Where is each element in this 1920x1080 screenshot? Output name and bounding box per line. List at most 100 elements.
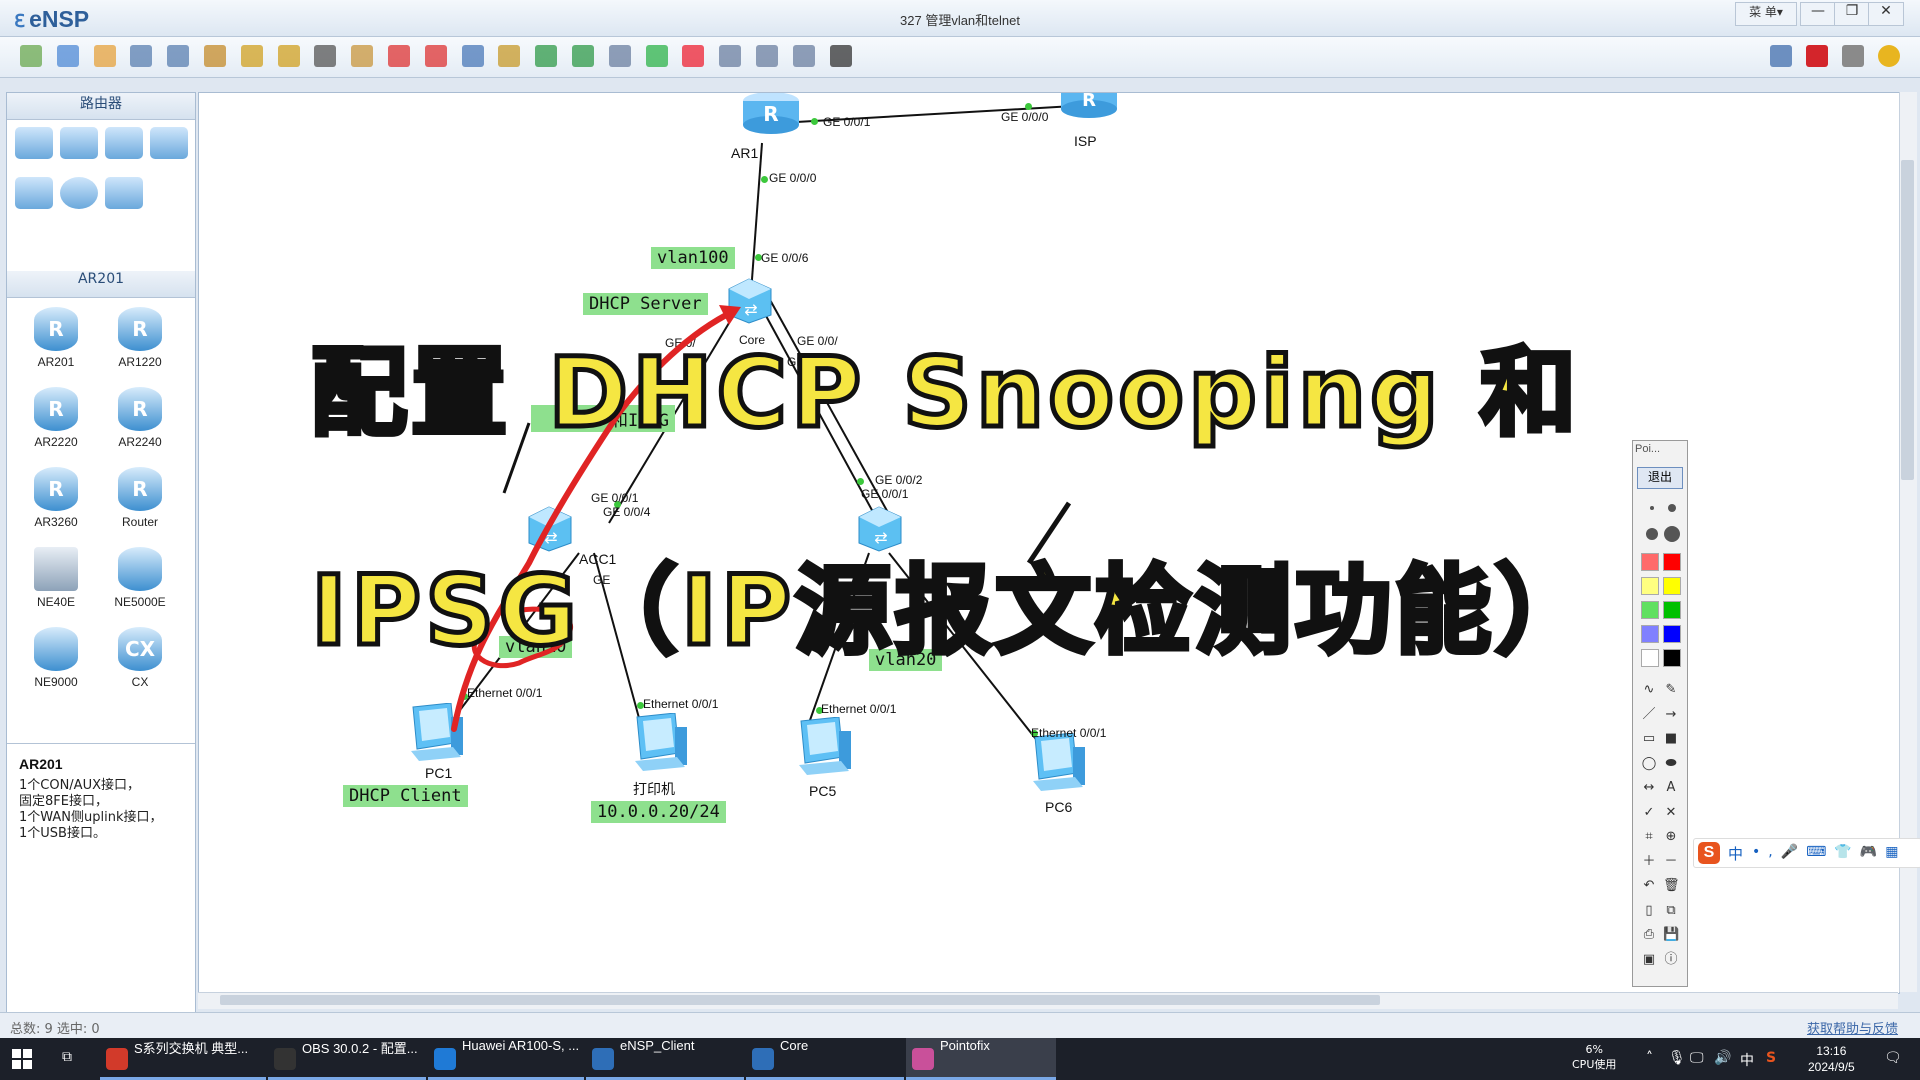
eraser-icon[interactable]: ✎ (1663, 683, 1679, 697)
help-feedback-link[interactable]: 获取帮助与反馈 (1807, 1018, 1898, 1037)
new-page-icon[interactable]: ▯ (1641, 903, 1657, 918)
color-swatch[interactable] (1641, 553, 1659, 571)
line-icon[interactable]: ／ (1641, 707, 1657, 722)
taskbar-item[interactable]: Huawei AR100-S, ... (428, 1038, 584, 1080)
cloud-category-icon[interactable] (60, 177, 98, 209)
check-icon[interactable]: ✓ (1641, 805, 1657, 820)
topology-icon[interactable] (756, 45, 778, 67)
router-category-icon[interactable] (15, 127, 53, 159)
rectangle-icon[interactable] (498, 45, 521, 67)
arrow-icon[interactable]: → (1663, 707, 1679, 722)
undo-icon[interactable] (240, 45, 263, 67)
taskbar-item[interactable]: S系列交换机 典型... (100, 1038, 266, 1080)
device-item[interactable]: NE9000 (21, 627, 91, 689)
plus-icon[interactable]: ＋ (1641, 854, 1657, 869)
color-swatch[interactable] (1641, 625, 1659, 643)
color-swatch[interactable] (1641, 649, 1659, 667)
menu-button[interactable]: 菜 单▾ (1735, 2, 1797, 26)
delete-link-icon[interactable] (424, 45, 447, 67)
undo-tool-icon[interactable]: ↶ (1641, 879, 1657, 893)
fit-icon[interactable] (608, 45, 631, 67)
sogou-logo-icon[interactable]: S (1698, 842, 1720, 864)
minus-icon[interactable]: － (1663, 854, 1679, 869)
vertical-scroll-thumb[interactable] (1901, 160, 1914, 480)
pc-category-icon[interactable] (15, 177, 53, 209)
trash-icon[interactable]: 🗑 (1663, 879, 1680, 893)
redo-icon[interactable] (277, 45, 300, 67)
magnify-icon[interactable]: ⊕ (1663, 830, 1679, 844)
task-view-icon[interactable]: ⧉ (62, 1049, 72, 1065)
device-item[interactable]: R AR201 (21, 307, 91, 369)
color-swatch[interactable] (1663, 625, 1681, 643)
text-icon[interactable] (461, 45, 484, 67)
minimize-button[interactable]: — (1800, 2, 1836, 26)
open-icon[interactable] (93, 45, 116, 67)
device-item[interactable]: R AR2240 (105, 387, 175, 449)
capture-icon[interactable] (719, 45, 742, 67)
device-item[interactable]: R AR1220 (105, 307, 175, 369)
maximize-button[interactable]: ❐ (1834, 2, 1870, 26)
save-icon[interactable] (130, 45, 153, 67)
select-icon[interactable] (314, 45, 337, 67)
pen-size-icon[interactable] (1646, 528, 1658, 540)
pen-size-icon[interactable] (1668, 504, 1676, 512)
color-swatch[interactable] (1641, 577, 1659, 595)
notification-icon[interactable]: 🗨 (1884, 1050, 1902, 1066)
color-swatch[interactable] (1663, 649, 1681, 667)
microphone-icon[interactable]: 🎙 (1668, 1050, 1686, 1066)
save-as-icon[interactable] (167, 45, 190, 67)
screen-icon[interactable]: ▣ (1641, 952, 1657, 967)
save-tool-icon[interactable]: 💾 (1663, 928, 1679, 942)
freehand-icon[interactable]: ∿ (1641, 683, 1657, 697)
switch-category-icon[interactable] (60, 127, 98, 159)
terminal-icon[interactable] (829, 45, 852, 67)
filled-rect-icon[interactable]: ■ (1663, 732, 1679, 746)
print-icon[interactable] (204, 45, 226, 67)
device-item[interactable]: R AR3260 (21, 467, 91, 529)
device-item[interactable]: CX CX (105, 627, 175, 689)
chat-icon[interactable] (1770, 45, 1792, 67)
hand-icon[interactable] (351, 45, 374, 67)
filled-ellipse-icon[interactable]: ⬬ (1663, 756, 1679, 771)
device-item[interactable]: R Router (105, 467, 175, 529)
link-category-icon[interactable] (105, 177, 143, 209)
rect-icon[interactable]: ▭ (1641, 732, 1657, 746)
stop-icon[interactable] (682, 45, 705, 67)
settings-icon[interactable] (1842, 45, 1864, 67)
color-swatch[interactable] (1663, 577, 1681, 595)
ime-language-toggle[interactable]: 中 (1728, 843, 1743, 864)
color-swatch[interactable] (1641, 601, 1659, 619)
grid-icon[interactable] (792, 45, 815, 67)
ime-tool-icons[interactable]: •,🎤⌨👕🎮▦ (1752, 844, 1906, 860)
pointofix-exit-button[interactable]: 退出 (1637, 467, 1683, 489)
taskbar-item[interactable]: Pointofix (906, 1038, 1056, 1080)
taskbar-item[interactable]: Core (746, 1038, 904, 1080)
wireless-category-icon[interactable] (105, 127, 143, 159)
windows-start-icon[interactable] (12, 1049, 32, 1069)
pen-size-icon[interactable] (1650, 506, 1654, 510)
tray-ime-lang[interactable]: 中 (1740, 1050, 1754, 1070)
color-swatch[interactable] (1663, 553, 1681, 571)
huawei-icon[interactable] (1806, 45, 1828, 67)
sogou-tray-icon[interactable]: S (1766, 1050, 1776, 1066)
delete-icon[interactable] (388, 45, 410, 67)
zoom-out-icon[interactable] (572, 45, 594, 67)
firewall-category-icon[interactable] (150, 127, 188, 159)
crop-icon[interactable]: ⌗ (1641, 830, 1657, 844)
pen-size-icon[interactable] (1664, 526, 1680, 542)
network-icon[interactable]: 🖵 (1690, 1050, 1704, 1066)
start-icon[interactable] (645, 45, 668, 67)
text-tool-icon[interactable]: A (1663, 781, 1679, 795)
device-item[interactable]: NE40E (21, 547, 91, 609)
print-tool-icon[interactable]: ⎙ (1641, 928, 1657, 942)
new-topo-icon[interactable] (20, 45, 42, 67)
new-lab-icon[interactable] (56, 45, 79, 67)
volume-icon[interactable]: 🔊 (1714, 1050, 1731, 1066)
device-item[interactable]: R AR2220 (21, 387, 91, 449)
clock[interactable]: 13:16 2024/9/5 (1808, 1043, 1855, 1075)
double-arrow-icon[interactable]: ↔ (1641, 781, 1657, 795)
help-icon[interactable] (1878, 45, 1900, 67)
color-swatch[interactable] (1663, 601, 1681, 619)
taskbar-item[interactable]: OBS 30.0.2 - 配置... (268, 1038, 426, 1080)
taskbar-item[interactable]: eNSP_Client (586, 1038, 744, 1080)
